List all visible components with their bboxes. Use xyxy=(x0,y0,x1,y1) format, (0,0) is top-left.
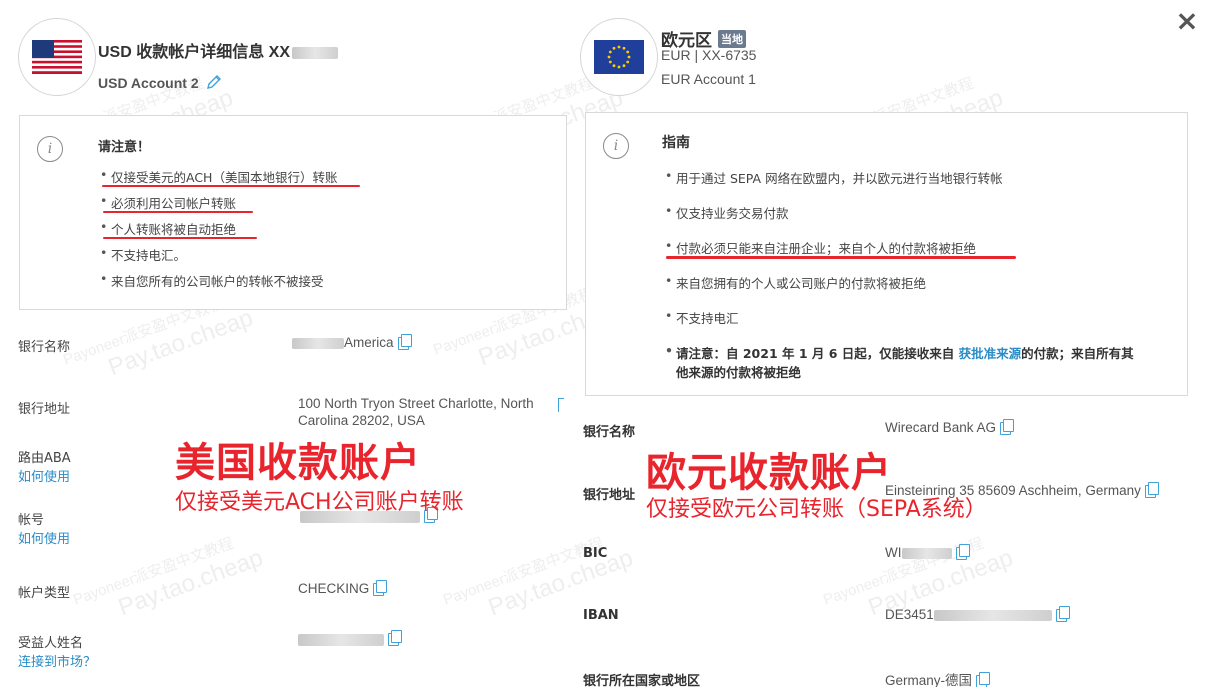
masked-text xyxy=(933,609,1052,621)
red-underline xyxy=(103,237,257,239)
eu-flag-avatar xyxy=(580,18,658,96)
red-underline xyxy=(666,256,1016,259)
info-icon: i xyxy=(603,133,629,159)
copy-icon[interactable] xyxy=(1055,606,1070,622)
eur-iban-label: IBAN xyxy=(583,608,619,623)
eur-bank-name-value: Wirecard Bank AG xyxy=(885,419,1015,435)
usd-account-no-help-link[interactable]: 如何使用 xyxy=(18,528,70,547)
eur-guide-note: 请注意：自 2021 年 1 月 6 日起，仅能接收来自 获批准来源的付款；来自… xyxy=(665,343,1134,362)
close-button[interactable]: × xyxy=(1172,6,1202,36)
usd-beneficiary-help-link[interactable]: 连接到市场？ xyxy=(18,651,96,670)
info-icon: i xyxy=(37,136,63,162)
usd-account-type-value: CHECKING xyxy=(298,580,388,596)
eur-bank-name-label: 银行名称 xyxy=(583,425,636,440)
usd-account-type-label: 帐户类型 xyxy=(18,586,71,601)
usd-bank-name-label: 银行名称 xyxy=(18,340,71,355)
usd-account-no-label: 帐号 xyxy=(18,513,45,528)
eur-iban-value: DE3451 xyxy=(885,606,1070,622)
usd-annotation-title: 美国收款账户 xyxy=(175,440,421,486)
red-underline xyxy=(103,211,253,213)
eur-bank-address-label: 银行地址 xyxy=(583,488,636,503)
close-icon: × xyxy=(1175,4,1199,37)
copy-icon-partial[interactable] xyxy=(558,398,564,412)
copy-icon[interactable] xyxy=(397,334,412,350)
edit-pencil-icon[interactable] xyxy=(206,74,222,90)
masked-beneficiary-name xyxy=(298,630,402,647)
red-underline xyxy=(102,185,360,187)
us-flag-icon xyxy=(32,40,82,74)
approved-sources-link[interactable]: 获批准来源 xyxy=(959,346,1022,361)
usd-routing-help-link[interactable]: 如何使用 xyxy=(18,466,70,485)
copy-icon[interactable] xyxy=(976,672,991,687)
usd-account-name: USD Account 2 xyxy=(98,74,222,91)
us-flag-avatar xyxy=(18,18,96,96)
masked-text xyxy=(292,337,344,349)
copy-icon[interactable] xyxy=(388,630,402,646)
usd-bank-address-label: 银行地址 xyxy=(18,402,71,417)
watermark: Payoneer派安盈中文教程Pay.tao.cheap xyxy=(71,534,267,622)
usd-annotation-subtitle: 仅接受美元ACH公司账户转账 xyxy=(175,490,464,515)
eur-guide-bullet: 来自您拥有的个人或公司账户的付款将被拒绝 xyxy=(665,273,926,292)
eur-guide-bullet: 付款必须只能来自注册企业；来自个人的付款将被拒绝 xyxy=(665,238,976,257)
copy-icon[interactable] xyxy=(1000,419,1015,435)
masked-text xyxy=(901,547,952,559)
usd-notice-bullet: 不支持电汇。 xyxy=(100,245,186,264)
eu-flag-icon xyxy=(594,40,644,74)
eur-guide-bullet: 不支持电汇 xyxy=(665,308,738,327)
usd-notice-bullet: 仅接受美元的ACH（美国本地银行）转账 xyxy=(100,167,337,186)
eur-annotation-title: 欧元收款账户 xyxy=(646,450,892,496)
usd-beneficiary-label: 受益人姓名 xyxy=(18,636,84,651)
eur-annotation-subtitle: 仅接受欧元公司转账（SEPA系统） xyxy=(646,497,987,522)
eur-guide-title: 指南 xyxy=(662,135,690,151)
usd-notice-bullet: 来自您所有的公司帐户的转帐不被接受 xyxy=(100,271,323,290)
copy-icon[interactable] xyxy=(373,580,388,596)
usd-notice-bullet: 个人转账将被自动拒绝 xyxy=(100,219,236,238)
eur-bic-value: WI xyxy=(885,544,970,560)
usd-bank-name-value: America xyxy=(292,334,412,350)
eur-guide-bullet: 用于通过 SEPA 网络在欧盟内，并以欧元进行当地银行转帐 xyxy=(665,168,1003,187)
masked-account-number xyxy=(292,46,339,59)
eur-guide-note-line2: 他来源的付款将被拒绝 xyxy=(676,365,802,380)
eur-country-label: 银行所在国家或地区 xyxy=(583,674,701,687)
copy-icon[interactable] xyxy=(955,544,970,560)
eur-country-value: Germany-德国 xyxy=(885,669,991,687)
eur-account-name: EUR Account 1 xyxy=(661,71,756,87)
eur-bic-label: BIC xyxy=(583,546,608,561)
usd-account-title: USD 收款帐户详细信息 XX xyxy=(98,38,339,62)
usd-bank-address-line2: Carolina 28202, USA xyxy=(298,413,425,428)
copy-icon[interactable] xyxy=(1144,482,1159,498)
usd-notice-title: 请注意！ xyxy=(98,140,151,155)
usd-notice-bullet: 必须利用公司帐户转账 xyxy=(100,193,236,212)
local-badge: 当地 xyxy=(718,30,746,48)
usd-routing-label: 路由ABA xyxy=(18,451,71,466)
usd-bank-address-line1: 100 North Tryon Street Charlotte, North xyxy=(298,396,534,411)
eur-account-number: EUR | XX-6735 xyxy=(661,47,757,63)
eur-guide-bullet: 仅支持业务交易付款 xyxy=(665,203,788,222)
